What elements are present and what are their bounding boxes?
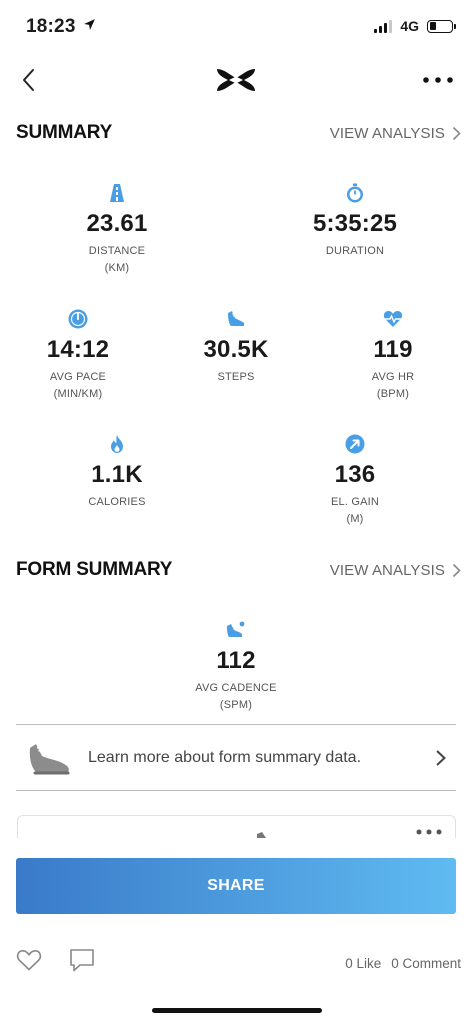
avg-pace-label: AVG PACE bbox=[49, 371, 107, 383]
stat-avg-pace: 14:12 AVG PACE (MIN/KM) bbox=[3, 309, 153, 403]
elevation-gain-label: EL. GAIN bbox=[330, 496, 380, 508]
stopwatch-icon bbox=[347, 183, 363, 203]
avg-pace-value: 14:12 bbox=[46, 336, 110, 363]
battery-icon bbox=[427, 19, 456, 33]
share-area: SHARE bbox=[0, 838, 473, 938]
avg-pace-unit: (MIN/KM) bbox=[53, 388, 103, 400]
like-count[interactable]: 0 Like bbox=[345, 956, 381, 971]
divider-top bbox=[16, 724, 456, 725]
avg-hr-unit: (BPM) bbox=[376, 388, 410, 400]
cadence-shoe-icon bbox=[227, 621, 245, 637]
chevron-right-icon bbox=[436, 750, 446, 766]
stat-avg-hr: 119 AVG HR (BPM) bbox=[318, 309, 468, 403]
stat-calories: 1.1K CALORIES bbox=[42, 434, 192, 511]
flame-icon bbox=[111, 435, 123, 453]
stat-steps: 30.5K STEPS bbox=[161, 309, 311, 386]
status-time: 18:23 bbox=[26, 16, 96, 38]
avg-hr-value: 119 bbox=[373, 336, 413, 363]
form-summary-title: FORM SUMMARY bbox=[16, 559, 173, 580]
top-nav bbox=[0, 58, 473, 102]
distance-unit: (KM) bbox=[104, 262, 130, 274]
divider-bottom bbox=[16, 790, 456, 791]
location-arrow-icon bbox=[84, 19, 96, 30]
learn-more-text: Learn more about form summary data. bbox=[88, 749, 362, 766]
status-time-text: 18:23 bbox=[26, 16, 76, 37]
form-summary-header: FORM SUMMARY VIEW ANALYSIS bbox=[16, 557, 461, 583]
form-summary-view-analysis-link[interactable]: VIEW ANALYSIS bbox=[330, 562, 461, 579]
chevron-right-icon bbox=[452, 563, 461, 577]
view-analysis-label: VIEW ANALYSIS bbox=[329, 124, 445, 142]
stat-avg-cadence: 112 AVG CADENCE (SPM) bbox=[161, 620, 311, 714]
avg-cadence-label: AVG CADENCE bbox=[195, 682, 277, 694]
duration-label: DURATION bbox=[325, 245, 385, 257]
pace-gauge-icon bbox=[68, 309, 88, 329]
brand-logo-icon bbox=[217, 69, 255, 91]
more-options-icon[interactable] bbox=[421, 70, 455, 90]
elevation-gain-unit: (M) bbox=[346, 513, 364, 525]
summary-view-analysis-link[interactable]: VIEW ANALYSIS bbox=[330, 125, 461, 142]
share-button[interactable]: SHARE bbox=[16, 858, 456, 914]
distance-value: 23.61 bbox=[86, 210, 148, 237]
calories-label: CALORIES bbox=[88, 496, 146, 508]
calories-value: 1.1K bbox=[91, 461, 143, 488]
shoe-icon bbox=[228, 311, 244, 326]
summary-title: SUMMARY bbox=[16, 122, 113, 143]
social-footer: 0 Like 0 Comment bbox=[0, 938, 473, 994]
back-chevron-icon[interactable] bbox=[18, 66, 42, 94]
avg-hr-label: AVG HR bbox=[371, 371, 415, 383]
elevation-gain-value: 136 bbox=[334, 461, 376, 488]
distance-label: DISTANCE bbox=[88, 245, 146, 257]
summary-header: SUMMARY VIEW ANALYSIS bbox=[16, 120, 461, 146]
stat-duration: 5:35:25 DURATION bbox=[280, 183, 430, 260]
elevation-icon bbox=[345, 434, 365, 454]
stat-elevation-gain: 136 EL. GAIN (M) bbox=[280, 434, 430, 528]
learn-more-row[interactable]: Learn more about form summary data. bbox=[16, 726, 456, 790]
status-indicators: 4G bbox=[374, 18, 456, 34]
comment-count[interactable]: 0 Comment bbox=[391, 956, 461, 971]
card-more-options-icon[interactable] bbox=[415, 826, 443, 838]
network-type: 4G bbox=[400, 18, 419, 34]
duration-value: 5:35:25 bbox=[312, 210, 398, 237]
chevron-right-icon bbox=[452, 126, 461, 140]
steps-label: STEPS bbox=[217, 371, 255, 383]
signal-icon bbox=[374, 19, 393, 33]
comment-icon[interactable] bbox=[68, 947, 96, 973]
running-shoe-icon bbox=[29, 744, 70, 775]
steps-value: 30.5K bbox=[203, 336, 269, 363]
home-indicator bbox=[152, 1008, 322, 1013]
heart-rate-icon bbox=[383, 311, 403, 327]
status-bar: 18:23 4G bbox=[0, 0, 473, 56]
view-analysis-label: VIEW ANALYSIS bbox=[329, 561, 445, 579]
stat-distance: 23.61 DISTANCE (KM) bbox=[42, 183, 192, 277]
avg-cadence-unit: (SPM) bbox=[219, 699, 253, 711]
heart-icon[interactable] bbox=[16, 948, 42, 972]
avg-cadence-value: 112 bbox=[216, 647, 256, 674]
road-icon bbox=[110, 184, 124, 202]
footer-counts: 0 Like 0 Comment bbox=[345, 956, 461, 971]
